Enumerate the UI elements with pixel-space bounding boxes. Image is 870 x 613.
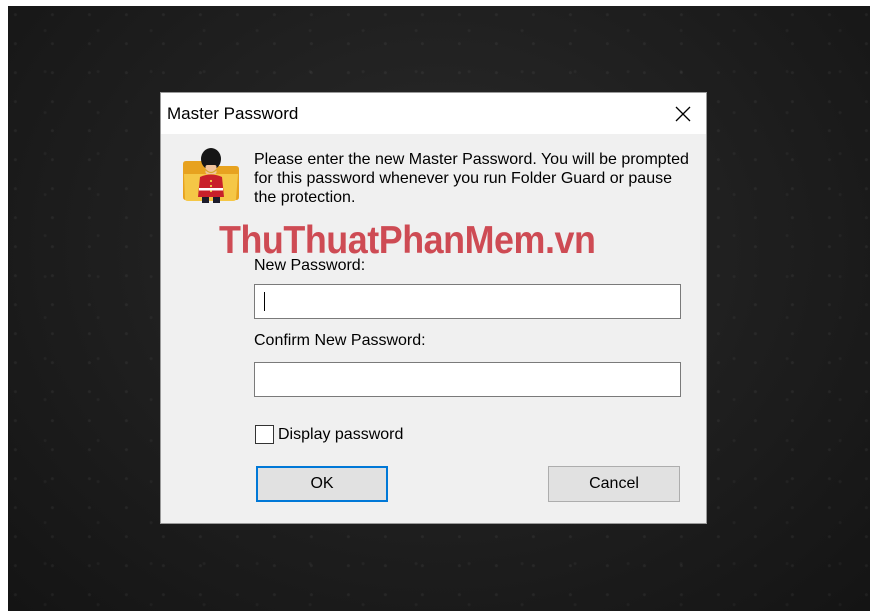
close-button[interactable] bbox=[660, 93, 706, 134]
new-password-label: New Password: bbox=[254, 257, 366, 274]
display-password-checkbox[interactable] bbox=[255, 425, 274, 444]
cancel-button[interactable]: Cancel bbox=[548, 466, 680, 502]
close-icon bbox=[675, 106, 691, 121]
dialog-title: Master Password bbox=[167, 104, 299, 123]
text-caret bbox=[264, 292, 265, 311]
master-password-dialog: Master Password Please enter the new Mas… bbox=[160, 92, 707, 524]
folder-guard-guardsman-icon bbox=[183, 148, 239, 203]
new-password-input[interactable] bbox=[254, 284, 681, 319]
title-bar[interactable]: Master Password bbox=[161, 93, 706, 134]
ok-button[interactable]: OK bbox=[256, 466, 388, 502]
confirm-password-input[interactable] bbox=[254, 362, 681, 397]
display-password-label: Display password bbox=[278, 425, 404, 443]
dialog-message: Please enter the new Master Password. Yo… bbox=[254, 151, 689, 206]
display-password-toggle[interactable]: Display password bbox=[255, 425, 403, 444]
confirm-password-label: Confirm New Password: bbox=[254, 332, 426, 349]
